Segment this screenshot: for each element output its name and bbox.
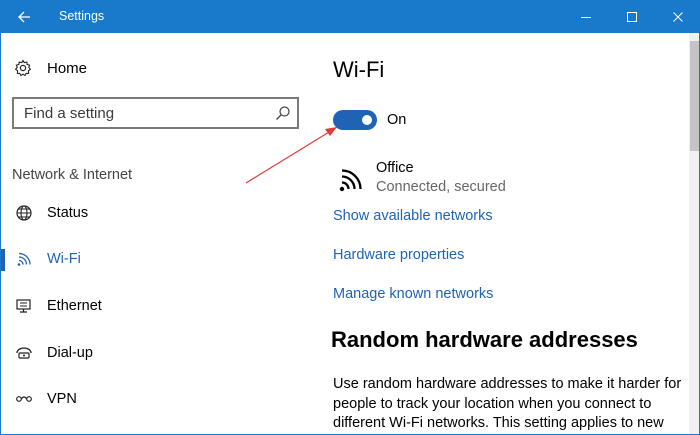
window-title: Settings [59,9,105,23]
manage-networks-link[interactable]: Manage known networks [333,286,493,302]
random-hardware-description: Use random hardware addresses to make it… [333,376,682,431]
hardware-properties-link[interactable]: Hardware properties [333,247,464,263]
globe-icon [15,204,33,222]
maximize-button[interactable] [609,1,655,33]
minimize-icon [581,17,591,18]
sidebar-item-dialup[interactable]: Dial-up [1,335,301,371]
search-icon[interactable] [275,105,291,121]
sidebar-item-label: Status [47,205,89,221]
section-title: Network & Internet [12,167,133,183]
back-arrow-icon [18,11,30,23]
vpn-icon [15,390,33,408]
sidebar-item-ethernet[interactable]: Ethernet [1,288,301,324]
sidebar-item-label: Dial-up [47,345,93,361]
sidebar-item-vpn[interactable]: VPN [1,381,301,417]
random-hardware-heading: Random hardware addresses [331,327,638,352]
wifi-signal-icon [339,169,362,192]
sidebar: Home Find a setting Network & Internet S… [1,33,311,434]
gear-icon [14,59,32,77]
sidebar-item-label: VPN [47,391,77,407]
scrollbar[interactable] [689,33,699,434]
back-button[interactable] [1,1,47,33]
close-button[interactable] [655,1,699,33]
minimize-button[interactable] [563,1,609,33]
network-name: Office [376,160,414,176]
network-status: Connected, secured [376,179,506,195]
sidebar-item-wifi[interactable]: Wi-Fi [1,241,301,277]
active-indicator [1,249,5,271]
wifi-icon [15,250,33,268]
sidebar-item-label: Ethernet [47,298,102,314]
connected-network[interactable]: Office Connected, secured [333,158,673,198]
page-title: Wi-Fi [333,57,385,82]
home-nav-item[interactable]: Home [14,58,87,78]
main-content: Wi-Fi On Office Connected, secured Show … [311,33,689,434]
close-icon [673,12,683,22]
sidebar-item-status[interactable]: Status [1,195,301,231]
toggle-state-label: On [387,112,407,128]
search-input[interactable]: Find a setting [12,97,299,129]
search-placeholder: Find a setting [24,105,115,122]
home-label: Home [47,59,88,77]
sidebar-item-label: Wi-Fi [47,251,81,267]
title-bar: Settings [1,1,699,33]
wifi-toggle[interactable] [333,110,377,130]
show-networks-link[interactable]: Show available networks [333,208,493,224]
toggle-knob [362,115,372,125]
dialup-icon [15,344,33,362]
maximize-icon [627,12,637,22]
settings-window: Settings Home Find a setting Network & I… [0,0,700,435]
scroll-thumb[interactable] [690,41,699,151]
ethernet-icon [15,297,33,315]
